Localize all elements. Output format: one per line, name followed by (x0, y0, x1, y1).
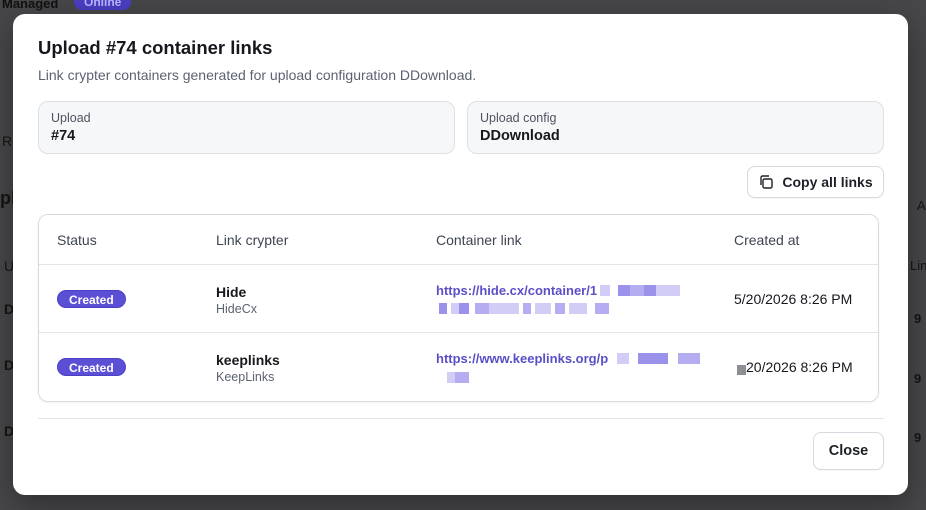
bg-fragment: 9 (914, 371, 922, 386)
upload-config-value: DDownload (480, 128, 560, 144)
bg-fragment: Link (910, 258, 926, 273)
container-links-table: Status Link crypter Container link Creat… (38, 214, 879, 402)
bg-fragment: 9 (914, 311, 922, 326)
container-links-dialog: Upload #74 container links Link crypter … (13, 14, 908, 495)
redacted-date-fragment (737, 365, 746, 375)
upload-value: #74 (51, 128, 76, 144)
column-header-created-at: Created at (734, 232, 800, 248)
bg-fragment: 9 (914, 430, 922, 445)
crypter-name: Hide (216, 284, 247, 300)
close-button[interactable]: Close (813, 432, 884, 470)
table-row: Created keeplinks KeepLinks https://www.… (39, 333, 878, 401)
crypter-subtitle: HideCx (216, 302, 257, 316)
dialog-description: Link crypter containers generated for up… (38, 67, 477, 83)
upload-config-label: Upload config (480, 111, 557, 125)
table-row: Created Hide HideCx https://hide.cx/cont… (39, 265, 878, 333)
status-badge: Created (57, 290, 126, 308)
copy-icon (760, 175, 774, 189)
created-at: 5/20/2026 8:26 PM (734, 291, 853, 307)
table-header: Status Link crypter Container link Creat… (39, 215, 878, 265)
bg-managed-label: Managed (2, 0, 59, 11)
container-link[interactable]: https://hide.cx/container/1 (436, 283, 597, 298)
bg-online-badge: Online (74, 0, 132, 10)
upload-config-info-box: Upload config DDownload (467, 101, 884, 154)
crypter-name: keeplinks (216, 352, 280, 368)
crypter-subtitle: KeepLinks (216, 370, 275, 384)
copy-all-links-button[interactable]: Copy all links (747, 166, 884, 198)
footer-divider (38, 418, 884, 419)
upload-label: Upload (51, 111, 91, 125)
dialog-title: Upload #74 container links (38, 37, 273, 58)
column-header-link-crypter: Link crypter (216, 232, 289, 248)
column-header-container-link: Container link (436, 232, 522, 248)
created-at: 20/2026 8:26 PM (746, 359, 853, 375)
copy-all-links-label: Copy all links (782, 174, 873, 190)
bg-fragment: A (917, 198, 926, 213)
status-badge: Created (57, 358, 126, 376)
column-header-status: Status (57, 232, 97, 248)
container-link[interactable]: https://www.keeplinks.org/p (436, 351, 608, 366)
upload-info-box: Upload #74 (38, 101, 455, 154)
